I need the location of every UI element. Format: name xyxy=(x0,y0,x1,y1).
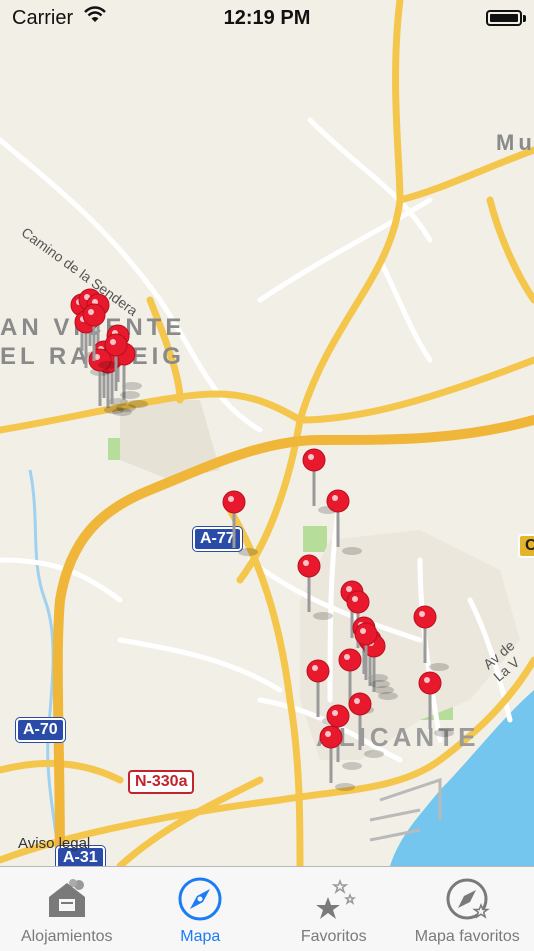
map-pins-layer xyxy=(0,0,534,866)
battery-icon xyxy=(486,10,522,26)
tab-alojamientos[interactable]: Alojamientos xyxy=(0,867,134,951)
compass-star-icon xyxy=(443,875,491,923)
tab-favoritos[interactable]: Favoritos xyxy=(267,867,401,951)
tab-label: Favoritos xyxy=(267,928,401,946)
map-pin[interactable] xyxy=(298,555,333,620)
tab-label: Mapa xyxy=(134,928,268,946)
tab-label: Mapa favoritos xyxy=(401,928,534,946)
status-bar: Carrier 12:19 PM xyxy=(0,0,534,38)
stars-icon xyxy=(310,875,358,923)
map-pin[interactable] xyxy=(349,693,384,758)
map-pin[interactable] xyxy=(223,491,258,556)
tab-label: Alojamientos xyxy=(0,928,134,946)
tab-bar: Alojamientos Mapa Favoritos Mapa favorit… xyxy=(0,866,534,951)
tab-mapa[interactable]: Mapa xyxy=(134,867,268,951)
compass-icon xyxy=(176,875,224,923)
tab-mapa-favoritos[interactable]: Mapa favoritos xyxy=(401,867,534,951)
map-pin[interactable] xyxy=(414,606,449,671)
map-pin[interactable] xyxy=(419,672,454,737)
clock: 12:19 PM xyxy=(0,7,534,30)
map-pin[interactable] xyxy=(327,490,362,555)
house-icon xyxy=(43,875,91,923)
